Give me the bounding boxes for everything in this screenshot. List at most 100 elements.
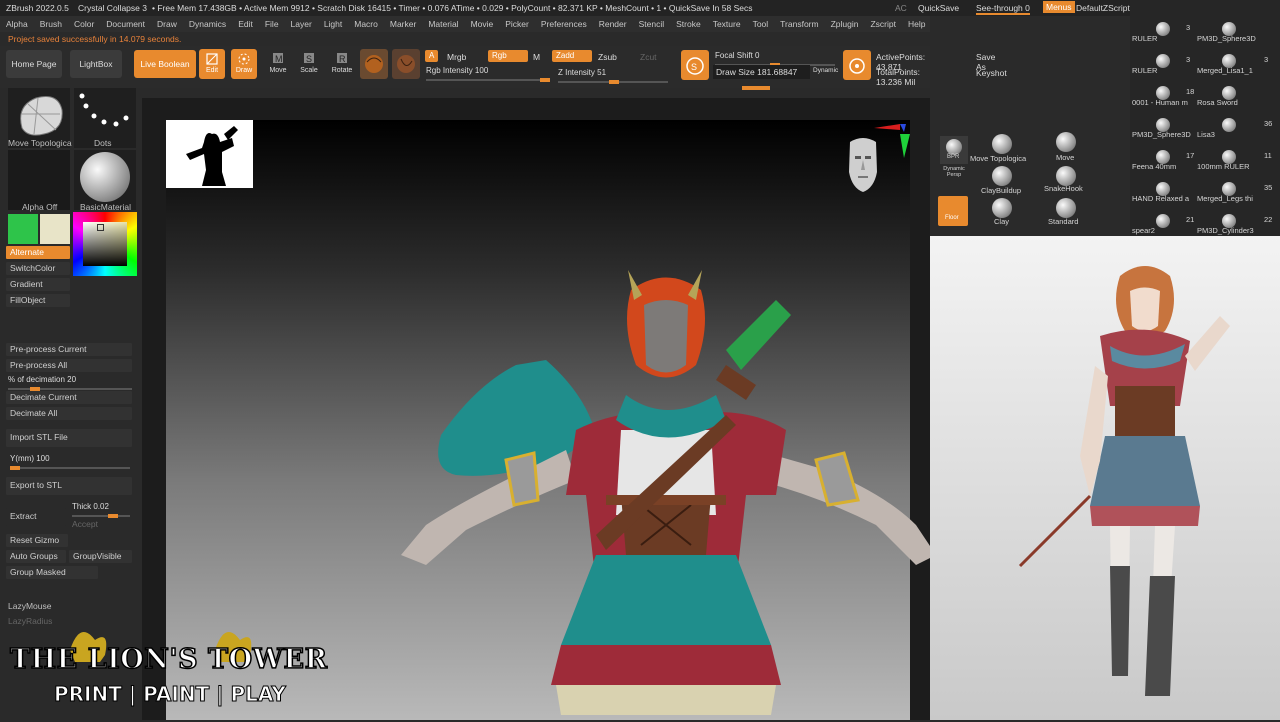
menus-button[interactable]: Menus — [1043, 1, 1075, 13]
menu-preferences[interactable]: Preferences — [535, 16, 593, 32]
tool-item-name[interactable]: PM3D_Sphere3D — [1132, 130, 1191, 139]
menu-render[interactable]: Render — [593, 16, 633, 32]
tool-item-name[interactable]: spear2 — [1132, 226, 1155, 235]
dynamic-toggle[interactable]: Dynamic — [813, 67, 838, 74]
menu-alpha[interactable]: Alpha — [0, 16, 34, 32]
brush-clay[interactable]: Clay — [994, 217, 1009, 226]
menu-draw[interactable]: Draw — [151, 16, 183, 32]
decimation-slider[interactable]: % of decimation 20 — [8, 375, 132, 391]
default-zscript-button[interactable]: DefaultZScript — [1076, 3, 1130, 13]
menu-tool[interactable]: Tool — [747, 16, 775, 32]
decimate-current-button[interactable]: Decimate Current — [6, 391, 132, 404]
move-button[interactable]: M Move — [266, 51, 290, 81]
group-masked-button[interactable]: Group Masked — [6, 566, 98, 579]
rgb-intensity-knob[interactable] — [540, 78, 550, 82]
dynamic-persp-button[interactable]: Dynamic Persp — [938, 166, 970, 190]
rgb-intensity-slider[interactable]: Rgb Intensity 100 — [426, 66, 550, 82]
menu-marker[interactable]: Marker — [384, 16, 422, 32]
zadd-toggle[interactable]: Zadd — [552, 50, 592, 62]
menu-edit[interactable]: Edit — [232, 16, 259, 32]
decimate-all-button[interactable]: Decimate All — [6, 407, 132, 420]
scale-button[interactable]: S Scale — [297, 51, 321, 81]
menu-zplugin[interactable]: Zplugin — [825, 16, 865, 32]
gradient-button[interactable]: Gradient — [6, 278, 70, 291]
z-intensity-slider[interactable]: Z Intensity 51 — [558, 68, 668, 84]
tool-item-name[interactable]: Merged_Legs thi — [1197, 194, 1253, 203]
quicksave-button[interactable]: QuickSave — [918, 3, 959, 13]
sculpt-model[interactable] — [396, 265, 936, 720]
tool-item-name[interactable]: Merged_Lisa1_1 — [1197, 66, 1253, 75]
brush-move[interactable]: Move — [1056, 153, 1074, 162]
a-toggle[interactable]: A — [425, 50, 439, 62]
home-page-button[interactable]: Home Page — [6, 50, 62, 78]
color-picker-cursor[interactable] — [97, 224, 104, 231]
live-boolean-button[interactable]: Live Boolean — [134, 50, 196, 78]
menu-zscript[interactable]: Zscript — [864, 16, 902, 32]
brush-claybuildup[interactable]: ClayBuildup — [981, 186, 1021, 195]
sculptris-button[interactable]: S — [681, 50, 709, 80]
tool-item-name[interactable]: RULER — [1132, 66, 1157, 75]
material-swatch-button[interactable] — [392, 49, 420, 79]
texture-swatch-button[interactable] — [360, 49, 388, 79]
alternate-button[interactable]: Alternate — [6, 246, 70, 259]
z-intensity-knob[interactable] — [609, 80, 619, 84]
color-picker-square[interactable] — [83, 222, 127, 266]
brush-snakehook[interactable]: SnakeHook — [1044, 184, 1083, 193]
accept-button[interactable]: Accept — [72, 519, 98, 529]
tool-item-name[interactable]: RULER — [1132, 34, 1157, 43]
m-toggle[interactable]: M — [533, 52, 540, 62]
menu-movie[interactable]: Movie — [465, 16, 500, 32]
extract-button[interactable]: Extract — [6, 508, 66, 526]
group-visible-button[interactable]: GroupVisible — [69, 550, 132, 563]
menu-stencil[interactable]: Stencil — [633, 16, 671, 32]
tool-item-name[interactable]: Lisa3 — [1197, 130, 1215, 139]
material-thumbnail[interactable] — [74, 150, 136, 210]
tool-item-name[interactable]: Rosa Sword — [1197, 98, 1238, 107]
tool-item-name[interactable]: 100mm RULER — [1197, 162, 1250, 171]
import-stl-button[interactable]: Import STL File — [6, 429, 132, 447]
seethrough-slider[interactable]: See-through 0 — [976, 3, 1030, 15]
menu-help[interactable]: Help — [902, 16, 931, 32]
preprocess-current-button[interactable]: Pre-process Current — [6, 343, 132, 356]
reset-gizmo-button[interactable]: Reset Gizmo — [6, 534, 68, 547]
zcut-toggle[interactable]: Zcut — [640, 52, 657, 62]
auto-groups-button[interactable]: Auto Groups — [6, 550, 66, 563]
rotate-button[interactable]: R Rotate — [330, 51, 354, 81]
brush-standard[interactable]: Standard — [1048, 217, 1078, 226]
head-orientation-widget[interactable] — [846, 134, 880, 200]
menu-light[interactable]: Light — [318, 16, 348, 32]
color-picker[interactable] — [73, 212, 137, 276]
fillobject-button[interactable]: FillObject — [6, 294, 70, 307]
rgb-toggle[interactable]: Rgb — [488, 50, 528, 62]
draw-size-field[interactable]: Draw Size 181.68847 — [713, 65, 810, 79]
menu-file[interactable]: File — [259, 16, 285, 32]
menu-texture[interactable]: Texture — [707, 16, 747, 32]
mrgb-toggle[interactable]: Mrgb — [447, 52, 466, 62]
menu-dynamics[interactable]: Dynamics — [183, 16, 232, 32]
menu-picker[interactable]: Picker — [499, 16, 535, 32]
tool-item-name[interactable]: 0001 - Human m — [1132, 98, 1188, 107]
menu-document[interactable]: Document — [100, 16, 151, 32]
export-stl-button[interactable]: Export to STL — [6, 477, 132, 495]
main-color-swatch[interactable] — [8, 214, 38, 244]
lightbox-toggle-button[interactable] — [843, 50, 871, 80]
lightbox-button[interactable]: LightBox — [70, 50, 122, 78]
preprocess-all-button[interactable]: Pre-process All — [6, 359, 132, 372]
bpr-button[interactable]: BPR — [940, 136, 968, 164]
brush-move-topological[interactable]: Move Topologica — [970, 154, 1026, 163]
edit-button[interactable]: Edit — [199, 49, 225, 79]
tool-item-name[interactable]: PM3D_Cylinder3 — [1197, 226, 1254, 235]
focal-shift-slider[interactable]: Focal Shift 0 — [715, 51, 835, 67]
tool-item-name[interactable]: HAND Relaxed a — [1132, 194, 1189, 203]
zsub-toggle[interactable]: Zsub — [598, 52, 617, 62]
menu-brush[interactable]: Brush — [34, 16, 68, 32]
draw-button[interactable]: Draw — [231, 49, 257, 79]
ymm-knob[interactable] — [10, 466, 20, 470]
menu-color[interactable]: Color — [68, 16, 100, 32]
thick-knob[interactable] — [108, 514, 118, 518]
menu-transform[interactable]: Transform — [774, 16, 824, 32]
menu-stroke[interactable]: Stroke — [670, 16, 707, 32]
floor-button[interactable]: Floor — [938, 196, 968, 226]
menu-macro[interactable]: Macro — [348, 16, 384, 32]
ymm-slider[interactable]: Y(mm) 100 — [10, 454, 130, 470]
